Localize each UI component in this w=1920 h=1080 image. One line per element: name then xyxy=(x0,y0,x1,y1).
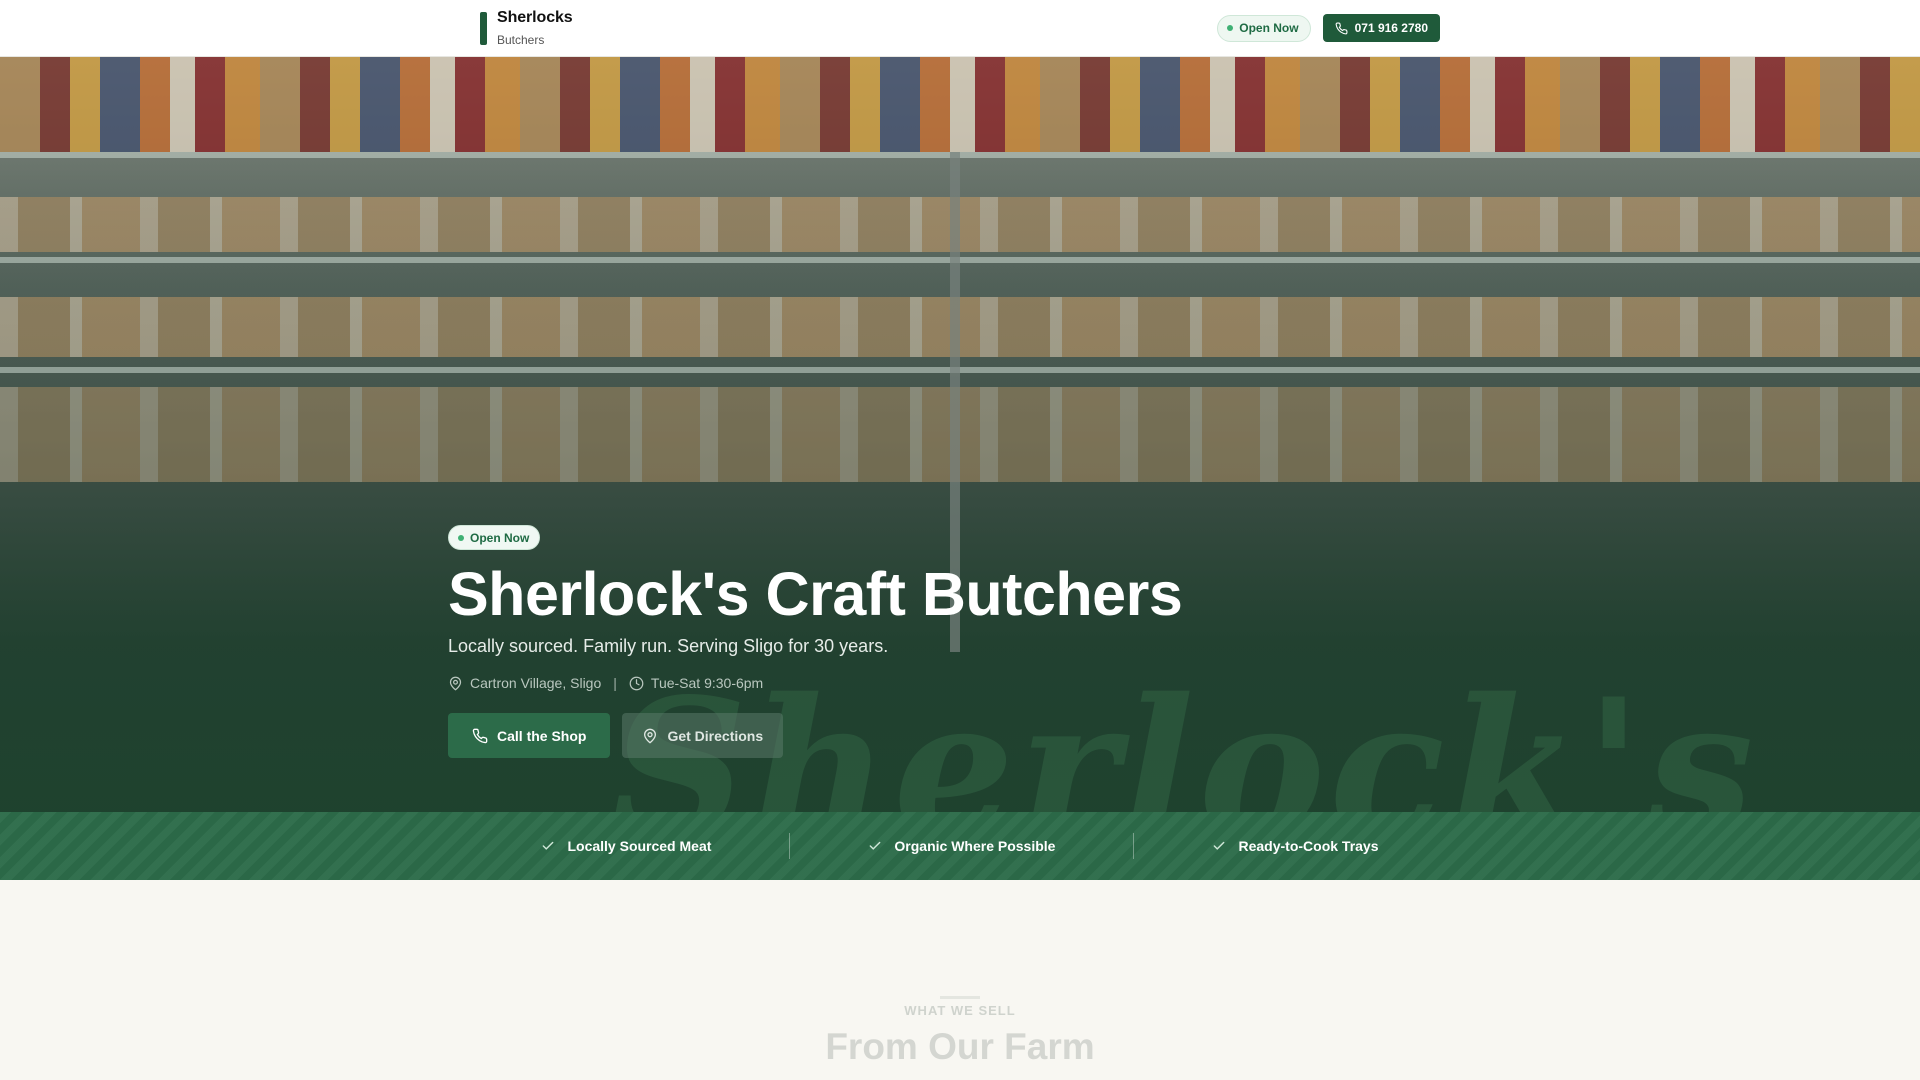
feature-label: Locally Sourced Meat xyxy=(567,838,712,854)
phone-icon xyxy=(1335,22,1348,34)
hero-section: Sherlock's Open Now Sherlock's Craft But… xyxy=(0,57,1920,812)
hours-text: Tue-Sat 9:30-6pm xyxy=(650,675,764,692)
hero-meta: Cartron Village, Sligo | Tue-Sat 9:30-6p… xyxy=(448,675,1448,691)
status-dot-icon xyxy=(1227,25,1234,31)
shelf-line xyxy=(0,152,1920,158)
hero-content: Open Now Sherlock's Craft Butchers Local… xyxy=(448,525,1448,759)
hero-background-image xyxy=(0,57,1920,152)
meta-separator: | xyxy=(613,675,617,692)
site-header: Sherlocks Butchers Open Now 071 916 2780 xyxy=(0,0,1920,57)
location-text: Cartron Village, Sligo xyxy=(470,675,602,692)
brand-logo[interactable]: Sherlocks Butchers xyxy=(480,6,573,50)
get-directions-button[interactable]: Get Directions xyxy=(622,713,784,759)
shelf-line xyxy=(0,257,1920,263)
location-info: Cartron Village, Sligo xyxy=(448,675,601,691)
hero-badge-label: Open Now xyxy=(470,530,530,545)
phone-icon xyxy=(472,728,488,743)
shelf-line xyxy=(0,367,1920,373)
open-status-label: Open Now xyxy=(1239,21,1299,35)
tray-row xyxy=(0,297,1920,357)
section-eyebrow: WHAT WE SELL xyxy=(904,1003,1016,1018)
feature-item: Locally Sourced Meat xyxy=(463,838,789,854)
brand-accent-bar xyxy=(480,11,487,45)
hero-actions: Call the Shop Get Directions xyxy=(448,713,1448,759)
check-icon xyxy=(1214,841,1225,850)
hours-info: Tue-Sat 9:30-6pm xyxy=(629,675,763,691)
map-pin-icon xyxy=(644,728,657,743)
open-status-badge: Open Now xyxy=(1217,14,1311,42)
feature-item: Organic Where Possible xyxy=(790,838,1133,854)
feature-band: Locally Sourced Meat Organic Where Possi… xyxy=(0,812,1920,880)
hero-tagline: Locally sourced. Family run. Serving Sli… xyxy=(448,636,889,657)
get-directions-label: Get Directions xyxy=(667,727,764,744)
hero-title: Sherlock's Craft Butchers xyxy=(448,560,1183,628)
feature-label: Ready-to-Cook Trays xyxy=(1238,838,1379,854)
hero-open-badge: Open Now xyxy=(448,525,541,550)
brand-name: Sherlocks xyxy=(497,9,573,26)
header-phone-button[interactable]: 071 916 2780 xyxy=(1322,14,1440,42)
feature-label: Organic Where Possible xyxy=(894,838,1056,854)
products-section: WHAT WE SELL From Our Farm xyxy=(0,880,1920,1080)
section-rule xyxy=(940,996,980,999)
brand-subtitle: Butchers xyxy=(497,33,545,47)
status-dot-icon xyxy=(458,534,464,541)
check-icon xyxy=(543,841,554,850)
feature-item: Ready-to-Cook Trays xyxy=(1134,838,1456,854)
header-phone-label: 071 916 2780 xyxy=(1354,21,1428,35)
map-pin-icon xyxy=(449,676,462,690)
call-shop-label: Call the Shop xyxy=(497,727,587,744)
tray-row xyxy=(0,197,1920,252)
tray-row xyxy=(0,387,1920,482)
clock-icon xyxy=(629,676,644,690)
call-shop-button[interactable]: Call the Shop xyxy=(448,713,611,759)
section-title: From Our Farm xyxy=(825,1026,1095,1067)
check-icon xyxy=(870,841,881,850)
